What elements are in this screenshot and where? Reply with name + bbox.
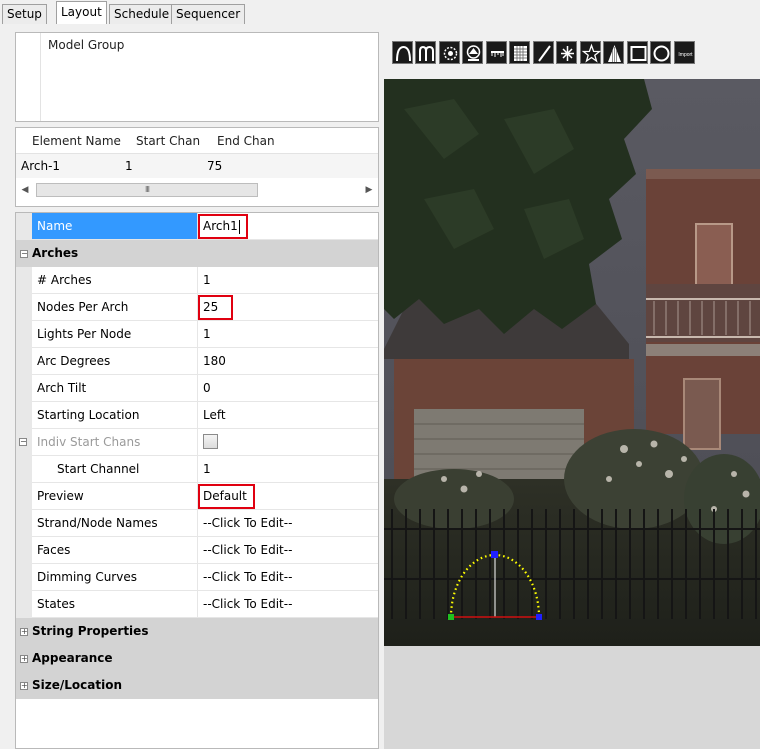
arch-tilt-field[interactable]: 0 bbox=[198, 375, 378, 402]
circle-spinner-icon[interactable] bbox=[439, 41, 460, 64]
scroll-thumb[interactable]: III bbox=[36, 183, 258, 197]
property-row-dimming-curves[interactable]: Dimming Curves --Click To Edit-- bbox=[16, 564, 378, 591]
column-header-end-chan[interactable]: End Chan bbox=[217, 128, 275, 154]
star-icon[interactable] bbox=[580, 41, 602, 64]
indiv-start-chans-checkbox[interactable] bbox=[203, 434, 218, 449]
cell-element-name: Arch-1 bbox=[21, 154, 61, 178]
preview-canvas[interactable] bbox=[384, 79, 760, 646]
category-arches[interactable]: − Arches bbox=[16, 240, 378, 267]
property-row-start-channel[interactable]: Start Channel 1 bbox=[16, 456, 378, 483]
wreath-icon[interactable] bbox=[603, 41, 624, 64]
import-icon[interactable]: Import bbox=[674, 41, 695, 64]
property-label: States bbox=[32, 591, 198, 618]
property-row-num-arches[interactable]: # Arches 1 bbox=[16, 267, 378, 294]
property-label: Preview bbox=[32, 483, 198, 510]
property-label: Starting Location bbox=[32, 402, 198, 429]
starting-location-select[interactable]: Left bbox=[198, 402, 378, 429]
category-size-location-label: Size/Location bbox=[32, 678, 122, 692]
dimming-curves-editor[interactable]: --Click To Edit-- bbox=[198, 564, 378, 591]
property-label: Lights Per Node bbox=[32, 321, 198, 348]
property-label: Strand/Node Names bbox=[32, 510, 198, 537]
arch-height-handle[interactable] bbox=[491, 551, 498, 558]
property-row-name[interactable]: Name Arch1 bbox=[16, 213, 378, 240]
tab-bar: Setup Layout Schedule Sequencer bbox=[0, 0, 760, 24]
tab-setup[interactable]: Setup bbox=[2, 4, 47, 24]
icicles-icon[interactable] bbox=[486, 41, 507, 64]
faces-editor[interactable]: --Click To Edit-- bbox=[198, 537, 378, 564]
property-label: Faces bbox=[32, 537, 198, 564]
house-background-image bbox=[384, 79, 760, 646]
horizontal-scrollbar[interactable]: ◀ III ▶ bbox=[18, 182, 376, 198]
tab-schedule[interactable]: Schedule bbox=[109, 4, 175, 24]
tree-icon[interactable] bbox=[462, 41, 483, 64]
candy-cane-icon[interactable] bbox=[415, 41, 436, 64]
category-arches-label: Arches bbox=[32, 246, 79, 260]
left-panel: Model Group Element Name Start Chan End … bbox=[15, 32, 381, 749]
expand-icon[interactable]: + bbox=[20, 628, 28, 636]
category-string-properties[interactable]: + String Properties bbox=[16, 618, 378, 645]
cell-start-chan: 1 bbox=[125, 154, 133, 178]
lights-per-node-field[interactable]: 1 bbox=[198, 321, 378, 348]
property-row-strand-node-names[interactable]: Strand/Node Names --Click To Edit-- bbox=[16, 510, 378, 537]
property-label: # Arches bbox=[32, 267, 198, 294]
expand-icon[interactable]: + bbox=[20, 655, 28, 663]
table-row[interactable] bbox=[16, 154, 378, 178]
column-header-start-chan[interactable]: Start Chan bbox=[136, 128, 200, 154]
property-row-starting-location[interactable]: Starting Location Left bbox=[16, 402, 378, 429]
property-row-faces[interactable]: Faces --Click To Edit-- bbox=[16, 537, 378, 564]
property-row-states[interactable]: States --Click To Edit-- bbox=[16, 591, 378, 618]
highlight-nodes-per-arch bbox=[198, 295, 233, 320]
property-row-arch-tilt[interactable]: Arch Tilt 0 bbox=[16, 375, 378, 402]
star-burst-icon[interactable] bbox=[556, 41, 577, 64]
arc-degrees-field[interactable]: 180 bbox=[198, 348, 378, 375]
category-string-properties-label: String Properties bbox=[32, 624, 149, 638]
single-line-icon[interactable] bbox=[533, 41, 554, 64]
property-label: Indiv Start Chans bbox=[32, 429, 198, 456]
strand-node-names-editor[interactable]: --Click To Edit-- bbox=[198, 510, 378, 537]
tab-layout[interactable]: Layout bbox=[56, 1, 107, 24]
property-label-name[interactable]: Name bbox=[32, 213, 198, 240]
import-label: Import bbox=[678, 52, 693, 58]
highlight-name bbox=[198, 214, 248, 239]
cell-end-chan: 75 bbox=[207, 154, 223, 178]
property-label: Arc Degrees bbox=[32, 348, 198, 375]
property-label: Arch Tilt bbox=[32, 375, 198, 402]
preview-empty-area bbox=[384, 646, 760, 749]
property-label: Start Channel bbox=[32, 456, 198, 483]
collapse-icon[interactable]: − bbox=[19, 438, 27, 446]
column-header-element-name[interactable]: Element Name bbox=[32, 128, 121, 154]
element-list[interactable]: Element Name Start Chan End Chan Arch-1 … bbox=[15, 127, 379, 207]
arch-icon[interactable] bbox=[392, 41, 413, 64]
property-row-preview[interactable]: Preview Default bbox=[16, 483, 378, 510]
arch-start-handle[interactable] bbox=[448, 614, 454, 620]
scroll-left-icon[interactable]: ◀ bbox=[18, 182, 32, 198]
property-row-lights-per-node[interactable]: Lights Per Node 1 bbox=[16, 321, 378, 348]
matrix-icon[interactable] bbox=[509, 41, 530, 64]
property-label: Nodes Per Arch bbox=[32, 294, 198, 321]
property-row-arc-degrees[interactable]: Arc Degrees 180 bbox=[16, 348, 378, 375]
model-group-list[interactable]: Model Group bbox=[15, 32, 379, 122]
property-grid: Name Arch1 − Arches # Arches 1 Nodes Per… bbox=[15, 212, 379, 749]
rectangle-icon[interactable] bbox=[627, 41, 648, 64]
start-channel-field[interactable]: 1 bbox=[198, 456, 378, 483]
highlight-preview bbox=[198, 484, 255, 509]
property-row-nodes-per-arch[interactable]: Nodes Per Arch 25 bbox=[16, 294, 378, 321]
category-size-location[interactable]: + Size/Location bbox=[16, 672, 378, 699]
property-row-indiv-start-chans[interactable]: − Indiv Start Chans bbox=[16, 429, 378, 456]
collapse-icon[interactable]: − bbox=[20, 250, 28, 258]
category-appearance[interactable]: + Appearance bbox=[16, 645, 378, 672]
category-appearance-label: Appearance bbox=[32, 651, 113, 665]
model-group-header[interactable]: Model Group bbox=[16, 33, 378, 57]
states-editor[interactable]: --Click To Edit-- bbox=[198, 591, 378, 618]
expand-icon[interactable]: + bbox=[20, 682, 28, 690]
num-arches-field[interactable]: 1 bbox=[198, 267, 378, 294]
scroll-right-icon[interactable]: ▶ bbox=[362, 182, 376, 198]
tab-sequencer[interactable]: Sequencer bbox=[171, 4, 246, 24]
property-label: Dimming Curves bbox=[32, 564, 198, 591]
arch-end-handle[interactable] bbox=[536, 614, 542, 620]
circle-icon[interactable] bbox=[650, 41, 671, 64]
